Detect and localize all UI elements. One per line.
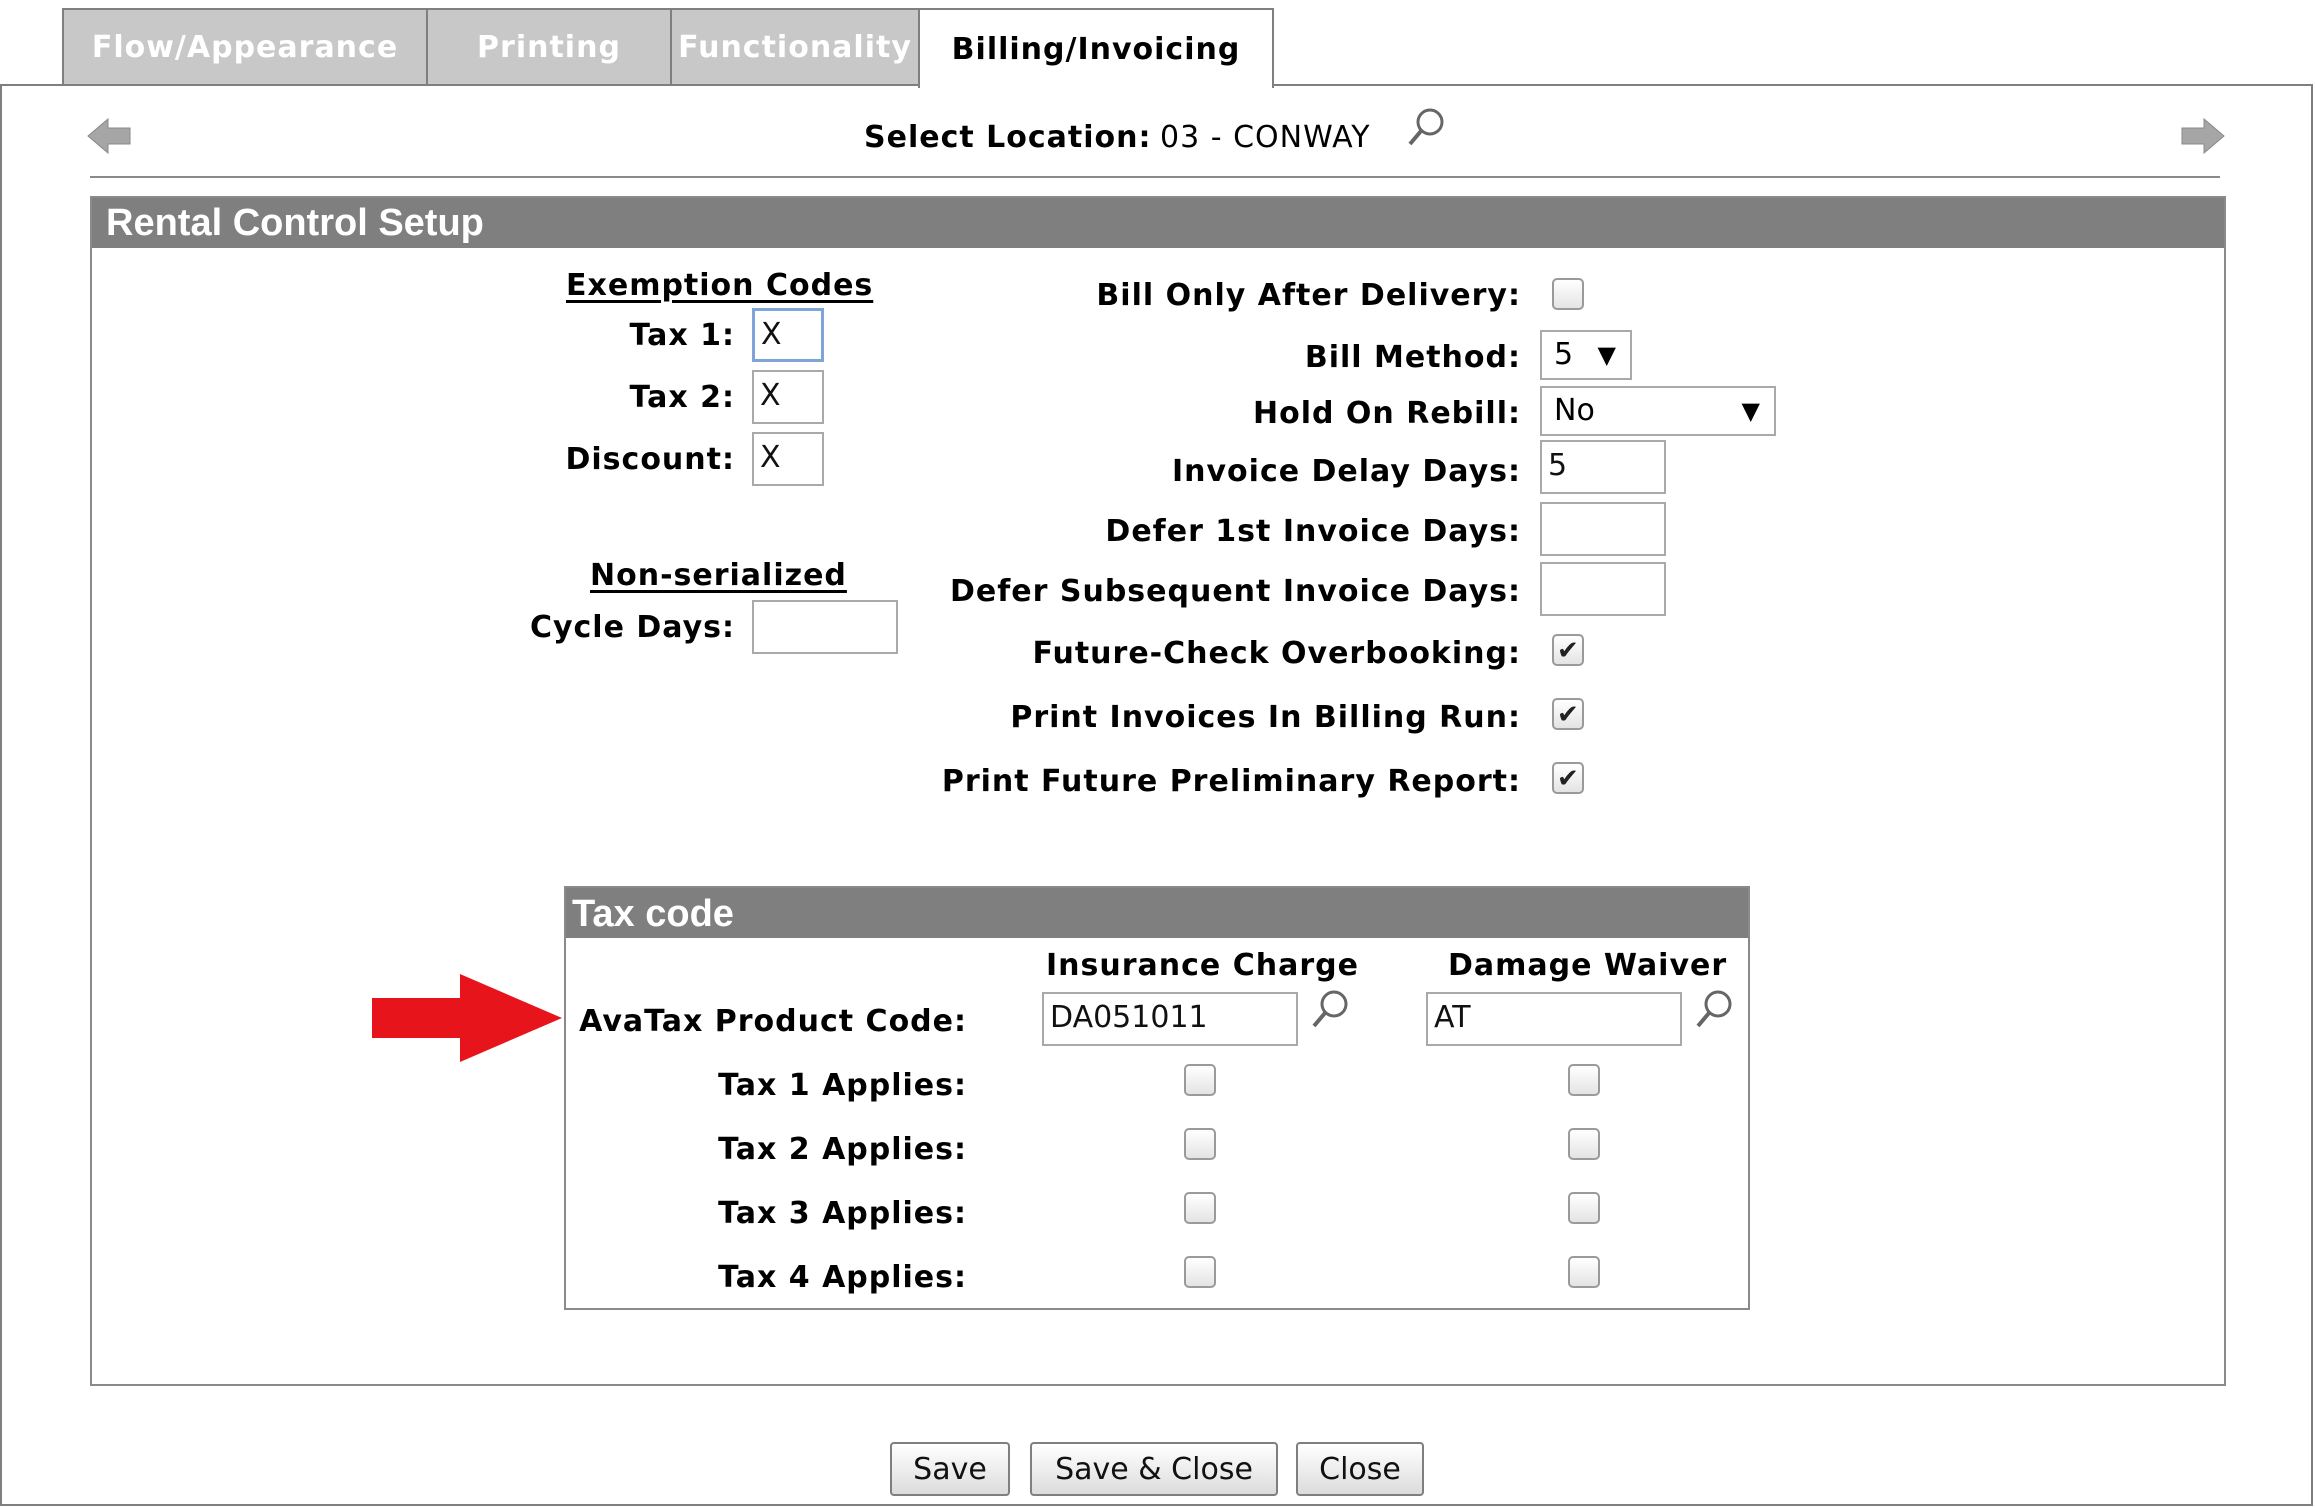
checkmark-icon: ✔ [1557, 764, 1579, 794]
invoice-delay-input[interactable]: 5 [1540, 440, 1666, 494]
tab-printing[interactable]: Printing [426, 8, 672, 84]
save-button[interactable]: Save [890, 1442, 1010, 1496]
bill-method-label: Bill Method: [1304, 340, 1521, 375]
tax2-label: Tax 2: [629, 380, 735, 415]
tax1-label: Tax 1: [629, 318, 735, 353]
tab-label: Printing [477, 29, 621, 65]
invoice-delay-label: Invoice Delay Days: [1171, 454, 1521, 489]
damage-avatax-input[interactable]: AT [1426, 992, 1682, 1046]
insurance-avatax-input[interactable]: DA051011 [1042, 992, 1298, 1046]
defer-subsequent-label: Defer Subsequent Invoice Days: [949, 574, 1521, 609]
tax1-applies-label: Tax 1 Applies: [718, 1068, 967, 1103]
damage-waiver-heading: Damage Waiver [1448, 948, 1728, 983]
defer-subsequent-input[interactable] [1540, 562, 1666, 616]
panel-title: Rental Control Setup [92, 198, 2224, 248]
discount-label: Discount: [565, 442, 735, 477]
bill-method-select[interactable]: 5 ▼ [1540, 330, 1632, 380]
future-check-label: Future-Check Overbooking: [1032, 636, 1521, 671]
location-search-icon[interactable] [1406, 106, 1446, 154]
damage-search-icon[interactable] [1694, 988, 1734, 1036]
tab-billing-invoicing[interactable]: Billing/Invoicing [918, 8, 1274, 88]
tax4-damage-checkbox[interactable] [1568, 1256, 1600, 1288]
tab-label: Flow/Appearance [91, 29, 399, 65]
bill-method-value: 5 [1554, 337, 1574, 372]
print-invoices-checkbox[interactable]: ✔ [1552, 698, 1584, 730]
tax3-insurance-checkbox[interactable] [1184, 1192, 1216, 1224]
tax3-damage-checkbox[interactable] [1568, 1192, 1600, 1224]
future-check-checkbox[interactable]: ✔ [1552, 634, 1584, 666]
bill-only-checkbox[interactable] [1552, 278, 1584, 310]
cycle-days-label: Cycle Days: [529, 610, 735, 645]
tax-code-title: Tax code [566, 888, 1748, 938]
tax2-exemption-input[interactable]: X [752, 370, 824, 424]
exemption-codes-heading: Exemption Codes [566, 268, 874, 303]
tab-flow-appearance[interactable]: Flow/Appearance [62, 8, 428, 84]
close-button[interactable]: Close [1296, 1442, 1424, 1496]
location-value: 03 - CONWAY [1160, 120, 1371, 155]
tax1-damage-checkbox[interactable] [1568, 1064, 1600, 1096]
nonserialized-heading: Non-serialized [590, 558, 847, 593]
tax3-applies-label: Tax 3 Applies: [718, 1196, 967, 1231]
cycle-days-input[interactable] [752, 600, 898, 654]
tax4-insurance-checkbox[interactable] [1184, 1256, 1216, 1288]
tax2-applies-label: Tax 2 Applies: [718, 1132, 967, 1167]
insurance-search-icon[interactable] [1310, 988, 1350, 1036]
bill-only-label: Bill Only After Delivery: [1096, 278, 1521, 313]
print-invoices-label: Print Invoices In Billing Run: [1010, 700, 1521, 735]
hold-rebill-value: No [1554, 393, 1595, 428]
defer-first-label: Defer 1st Invoice Days: [1105, 514, 1521, 549]
select-location-label: Select Location: [864, 120, 1152, 155]
checkmark-icon: ✔ [1557, 636, 1579, 666]
print-future-checkbox[interactable]: ✔ [1552, 762, 1584, 794]
defer-first-input[interactable] [1540, 502, 1666, 556]
insurance-charge-heading: Insurance Charge [1046, 948, 1359, 983]
red-arrow-icon [370, 972, 566, 1068]
tab-label: Billing/Invoicing [951, 31, 1241, 67]
avatax-label: AvaTax Product Code: [579, 1004, 967, 1039]
tax1-exemption-input[interactable]: X [752, 308, 824, 362]
next-location-icon[interactable] [2180, 116, 2226, 160]
discount-exemption-input[interactable]: X [752, 432, 824, 486]
tab-label: Functionality [678, 29, 912, 65]
print-future-label: Print Future Preliminary Report: [941, 764, 1521, 799]
tax1-insurance-checkbox[interactable] [1184, 1064, 1216, 1096]
hold-rebill-label: Hold On Rebill: [1253, 396, 1521, 431]
location-divider [90, 176, 2220, 178]
tax2-damage-checkbox[interactable] [1568, 1128, 1600, 1160]
dropdown-arrow-icon: ▼ [1741, 397, 1760, 425]
save-close-button[interactable]: Save & Close [1030, 1442, 1278, 1496]
tab-functionality[interactable]: Functionality [670, 8, 920, 84]
dropdown-arrow-icon: ▼ [1597, 341, 1616, 369]
tax2-insurance-checkbox[interactable] [1184, 1128, 1216, 1160]
hold-rebill-select[interactable]: No ▼ [1540, 386, 1776, 436]
prev-location-icon[interactable] [86, 116, 132, 160]
checkmark-icon: ✔ [1557, 700, 1579, 730]
tax4-applies-label: Tax 4 Applies: [718, 1260, 967, 1295]
